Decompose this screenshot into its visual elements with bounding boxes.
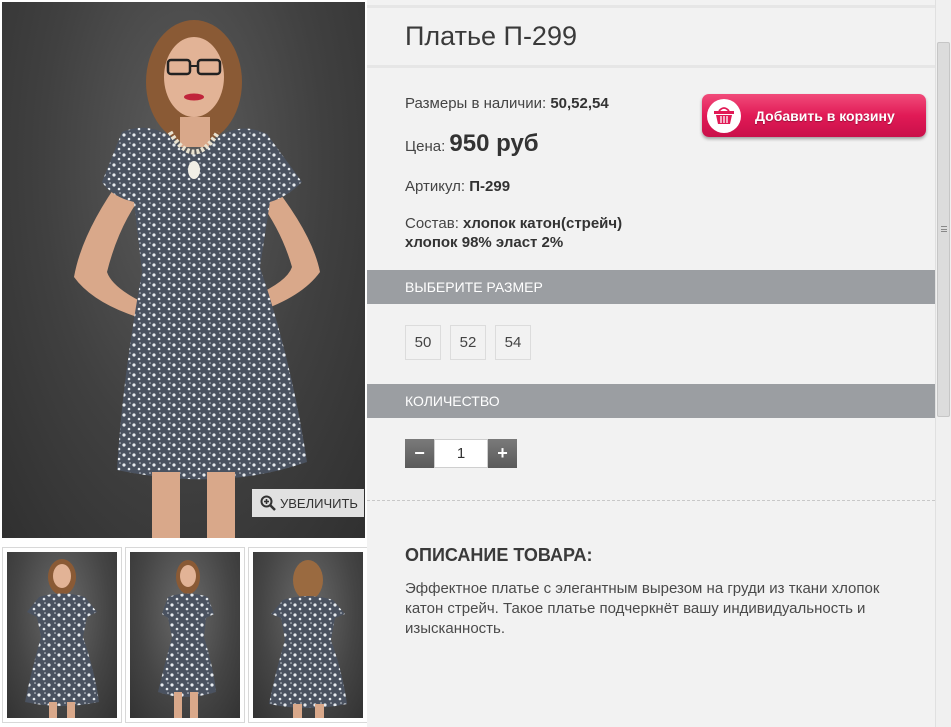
scrollbar-grip-icon: [941, 226, 947, 232]
price: Цена: 950 руб: [405, 130, 539, 158]
sku-value: П-299: [469, 178, 511, 195]
description-heading: ОПИСАНИЕ ТОВАРА:: [405, 545, 593, 565]
cart-icon-circle: [707, 98, 741, 133]
magnifier-plus-icon: [260, 495, 276, 511]
zoom-label: УВЕЛИЧИТЬ: [280, 495, 358, 511]
thumbnail-image: [130, 552, 240, 718]
quantity-minus-button[interactable]: −: [405, 439, 434, 468]
quantity-stepper: − +: [405, 439, 517, 468]
size-option-52[interactable]: 52: [450, 325, 486, 360]
price-value: 950 руб: [449, 130, 539, 157]
model-dress-illustration: [74, 20, 320, 538]
product-title-bar: Платье П-299: [367, 5, 935, 68]
quantity-plus-button[interactable]: +: [488, 439, 517, 468]
available-sizes: Размеры в наличии: 50,52,54: [405, 95, 609, 112]
composition: Состав: хлопок катон(стрейч) хлопок 98% …: [405, 214, 622, 252]
quantity-input[interactable]: [434, 439, 488, 468]
size-section-heading: ВЫБЕРИТЕ РАЗМЕР: [405, 279, 543, 295]
composition-line-2: хлопок 98% эласт 2%: [405, 234, 564, 251]
thumbnail-side[interactable]: [125, 547, 245, 723]
quantity-section-heading: КОЛИЧЕСТВО: [405, 393, 500, 409]
description-text: Эффектное платье с элегантным вырезом на…: [405, 580, 880, 637]
product-title: Платье П-299: [405, 21, 577, 51]
composition-label: Состав:: [405, 215, 459, 232]
add-to-cart-button[interactable]: Добавить в корзину: [702, 94, 926, 137]
thumbnail-front[interactable]: [2, 547, 122, 723]
main-product-photo[interactable]: УВЕЛИЧИТЬ: [2, 2, 365, 538]
size-option-54[interactable]: 54: [495, 325, 531, 360]
scrollbar-thumb[interactable]: [937, 42, 950, 417]
sku: Артикул: П-299: [405, 178, 510, 195]
quantity-section-header: КОЛИЧЕСТВО: [367, 384, 935, 418]
composition-line-1: хлопок катон(стрейч): [463, 215, 623, 232]
zoom-button[interactable]: УВЕЛИЧИТЬ: [252, 489, 364, 517]
basket-icon: [714, 106, 734, 124]
thumbnail-strip: [2, 547, 368, 723]
price-label: Цена:: [405, 138, 446, 155]
size-section-header: ВЫБЕРИТЕ РАЗМЕР: [367, 270, 935, 304]
thumbnail-back[interactable]: [248, 547, 368, 723]
page-scrollbar[interactable]: [935, 0, 951, 727]
product-info-panel: Платье П-299 Размеры в наличии: 50,52,54…: [367, 0, 935, 727]
sku-label: Артикул:: [405, 178, 466, 195]
available-sizes-label: Размеры в наличии:: [405, 95, 547, 112]
thumbnail-image: [253, 552, 363, 718]
thumbnail-image: [7, 552, 117, 718]
add-to-cart-label: Добавить в корзину: [755, 107, 895, 124]
divider: [367, 500, 935, 501]
size-option-50[interactable]: 50: [405, 325, 441, 360]
available-sizes-value: 50,52,54: [550, 95, 609, 112]
